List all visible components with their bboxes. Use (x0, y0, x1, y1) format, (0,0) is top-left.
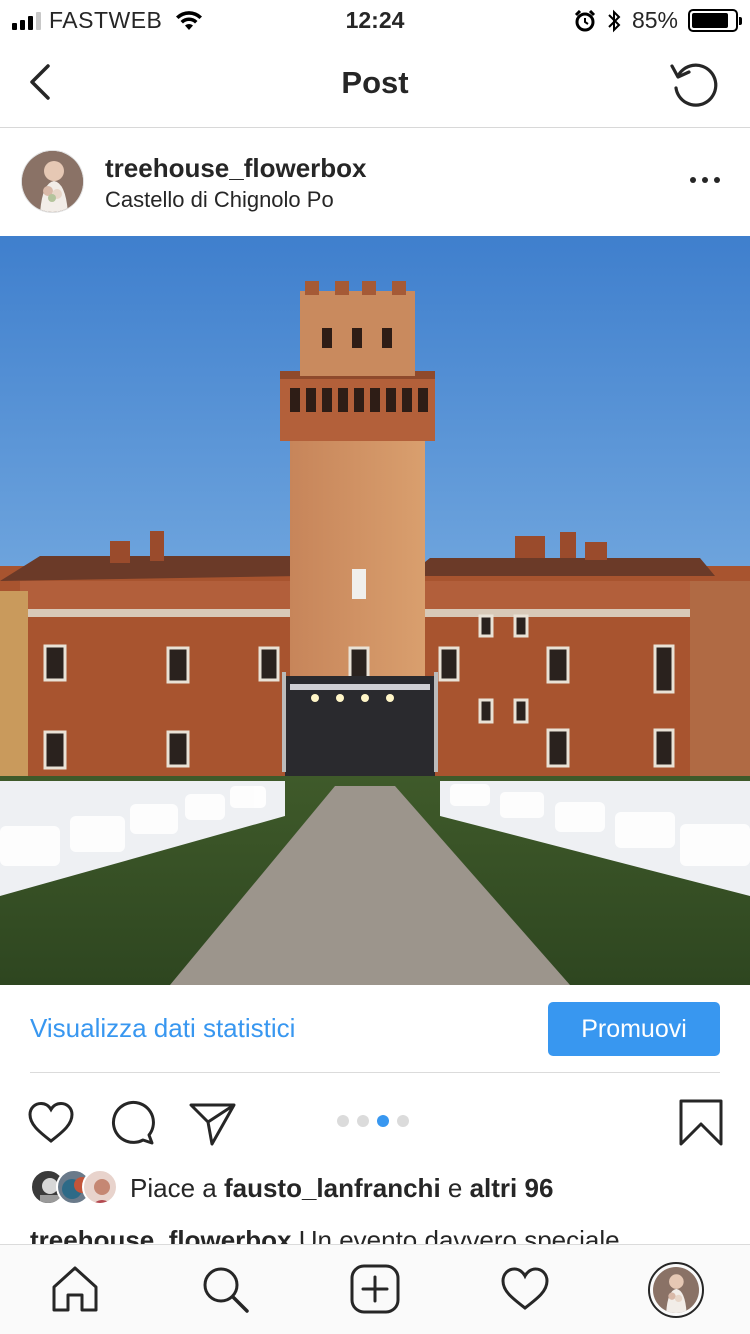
caption-username[interactable]: treehouse_flowerbox (30, 1225, 292, 1244)
battery-icon (688, 9, 742, 32)
action-bar (0, 1090, 750, 1154)
post-image[interactable] (0, 236, 750, 985)
promote-button[interactable]: Promuovi (548, 1002, 720, 1056)
liker-username[interactable]: fausto_lanfranchi (224, 1173, 441, 1203)
share-icon[interactable] (188, 1098, 238, 1148)
likes-prefix: Piace a (130, 1172, 224, 1203)
liker-avatars (30, 1169, 120, 1207)
nav-bar: Post (0, 40, 750, 128)
profile-icon[interactable] (648, 1262, 704, 1318)
post-caption: treehouse_flowerbox Un evento davvero sp… (30, 1222, 750, 1244)
battery-percent: 85% (631, 7, 678, 33)
bookmark-icon[interactable] (676, 1098, 726, 1148)
avatar[interactable] (21, 150, 84, 213)
heart-icon[interactable] (26, 1098, 76, 1148)
insights-row: Visualizza dati statistici Promuovi (0, 985, 750, 1073)
divider (30, 1072, 720, 1073)
activity-icon[interactable] (499, 1263, 551, 1315)
status-bar: FASTWEB 12:24 85% (0, 0, 750, 40)
home-icon[interactable] (49, 1263, 101, 1315)
likes-conjunction: e (440, 1172, 470, 1203)
likes-summary[interactable]: Piace a fausto_lanfranchi e altri 96 (30, 1168, 553, 1208)
post-username[interactable]: treehouse_flowerbox (105, 153, 367, 184)
alarm-icon (574, 9, 596, 31)
battery-level (692, 13, 728, 28)
carousel-dot (377, 1115, 389, 1127)
more-horizontal-icon[interactable] (690, 177, 720, 183)
avatar (653, 1267, 699, 1313)
new-post-icon[interactable] (349, 1263, 401, 1315)
likes-others-count[interactable]: altri 96 (470, 1173, 554, 1203)
carousel-indicator (337, 1115, 409, 1127)
likes-text: Piace a fausto_lanfranchi e altri 96 (130, 1173, 553, 1204)
carousel-dot (397, 1115, 409, 1127)
carousel-dot (357, 1115, 369, 1127)
caption-text: Un evento davvero speciale (291, 1225, 620, 1244)
comment-icon[interactable] (107, 1098, 157, 1148)
carousel-dot (337, 1115, 349, 1127)
refresh-icon[interactable] (668, 58, 720, 110)
avatar (82, 1169, 118, 1205)
tab-bar (0, 1244, 750, 1334)
search-icon[interactable] (199, 1263, 251, 1315)
post-location[interactable]: Castello di Chignolo Po (105, 187, 334, 213)
post-header: treehouse_flowerbox Castello di Chignolo… (0, 129, 750, 235)
page-title: Post (341, 65, 409, 100)
bluetooth-icon (608, 9, 621, 32)
view-insights-link[interactable]: Visualizza dati statistici (30, 1013, 295, 1044)
